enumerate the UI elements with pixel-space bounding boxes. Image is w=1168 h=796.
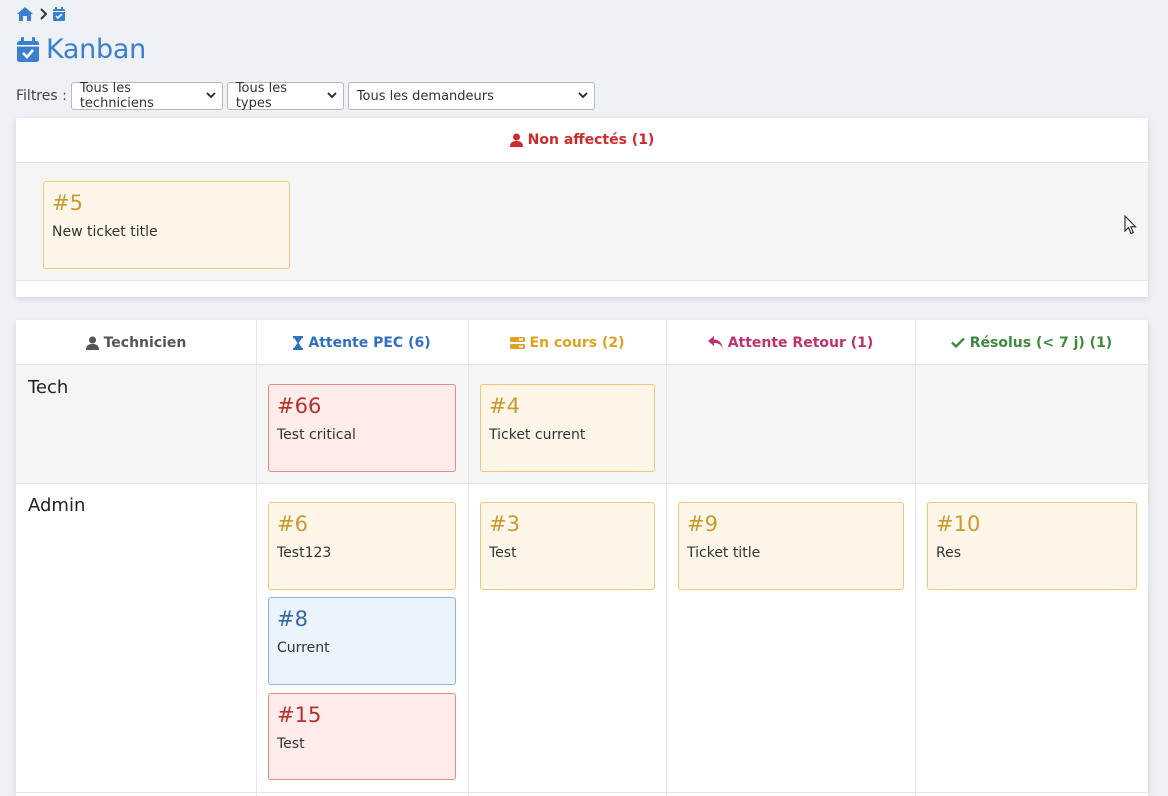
chevron-right-icon bbox=[38, 8, 48, 20]
column-header-resolved: Résolus (< 7 j) (1) bbox=[915, 320, 1148, 365]
ticket-title: Test bbox=[277, 736, 305, 752]
ticket-number: #8 bbox=[277, 607, 308, 631]
ticket-number: #6 bbox=[277, 512, 308, 536]
row-divider bbox=[16, 792, 1148, 793]
board-header: Technicien Attente PEC (6) En cours (2) … bbox=[16, 320, 1148, 365]
page-title-text: Kanban bbox=[46, 34, 146, 65]
ticket-title: Test123 bbox=[277, 545, 332, 561]
column-divider bbox=[468, 320, 469, 796]
ticket-card[interactable]: #6 Test123 bbox=[268, 502, 456, 590]
column-divider bbox=[666, 320, 667, 796]
calendar-check-icon bbox=[16, 36, 40, 63]
ticket-card[interactable]: #15 Test bbox=[268, 693, 456, 780]
check-icon bbox=[950, 337, 965, 348]
ticket-title: New ticket title bbox=[52, 224, 158, 240]
row-label-tech: Tech bbox=[28, 377, 69, 398]
chevron-down-icon bbox=[327, 91, 337, 102]
ticket-number: #66 bbox=[277, 394, 322, 418]
reply-icon bbox=[707, 336, 723, 349]
calendar-check-icon[interactable] bbox=[52, 6, 66, 22]
column-label: En cours (2) bbox=[529, 334, 625, 351]
unassigned-label: Non affectés (1) bbox=[527, 132, 655, 148]
column-header-waiting: Attente PEC (6) bbox=[256, 320, 468, 365]
column-header-in-progress: En cours (2) bbox=[468, 320, 666, 365]
hourglass-icon bbox=[293, 335, 304, 350]
ticket-number: #10 bbox=[936, 512, 981, 536]
column-label: Attente PEC (6) bbox=[308, 334, 431, 351]
home-icon[interactable] bbox=[16, 6, 34, 22]
ticket-card[interactable]: #10 Res bbox=[927, 502, 1137, 590]
ticket-title: Ticket current bbox=[489, 427, 586, 443]
ticket-number: #9 bbox=[687, 512, 718, 536]
column-header-awaiting-reply: Attente Retour (1) bbox=[666, 320, 915, 365]
ticket-number: #3 bbox=[489, 512, 520, 536]
ticket-card[interactable]: #9 Ticket title bbox=[678, 502, 904, 590]
breadcrumb bbox=[16, 5, 66, 23]
column-header-technician: Technicien bbox=[16, 320, 256, 365]
unassigned-header: Non affectés (1) bbox=[16, 118, 1148, 163]
page-title: Kanban bbox=[16, 34, 146, 65]
requester-filter-select[interactable]: Tous les demandeurs bbox=[347, 82, 595, 110]
column-label: Résolus (< 7 j) (1) bbox=[969, 334, 1113, 351]
type-filter-select[interactable]: Tous les types bbox=[226, 81, 344, 111]
ticket-title: Res bbox=[936, 545, 962, 561]
filters-bar: Filtres : Tous les techniciens Tous les … bbox=[16, 81, 595, 111]
user-icon bbox=[85, 336, 99, 350]
kanban-board: Technicien Attente PEC (6) En cours (2) … bbox=[16, 320, 1148, 796]
ticket-number: #5 bbox=[52, 191, 83, 215]
ticket-card[interactable]: #5 New ticket title bbox=[43, 181, 290, 269]
chevron-down-icon bbox=[578, 91, 588, 102]
ticket-title: Test bbox=[489, 545, 517, 561]
ticket-number: #15 bbox=[277, 703, 322, 727]
ticket-card[interactable]: #8 Current bbox=[268, 597, 456, 685]
technician-filter-select[interactable]: Tous les techniciens bbox=[70, 81, 223, 111]
row-label-admin: Admin bbox=[28, 495, 86, 516]
chevron-down-icon bbox=[206, 91, 216, 102]
column-divider bbox=[256, 320, 257, 796]
type-filter-value: Tous les types bbox=[235, 81, 288, 111]
column-label: Attente Retour (1) bbox=[727, 334, 874, 351]
ticket-card[interactable]: #3 Test bbox=[480, 502, 655, 590]
ticket-card[interactable]: #4 Ticket current bbox=[480, 384, 655, 472]
user-icon bbox=[509, 133, 523, 147]
column-label: Technicien bbox=[103, 334, 187, 351]
ticket-card[interactable]: #66 Test critical bbox=[268, 384, 456, 472]
requester-filter-value: Tous les demandeurs bbox=[356, 88, 494, 104]
unassigned-drop-zone[interactable]: #5 New ticket title bbox=[16, 163, 1148, 281]
ticket-title: Ticket title bbox=[687, 545, 761, 561]
ticket-number: #4 bbox=[489, 394, 520, 418]
mouse-cursor-icon bbox=[1124, 214, 1138, 239]
column-divider bbox=[915, 320, 916, 796]
filters-label: Filtres : bbox=[16, 88, 67, 104]
technician-filter-value: Tous les techniciens bbox=[79, 81, 154, 111]
ticket-title: Test critical bbox=[277, 427, 356, 443]
ticket-title: Current bbox=[277, 640, 330, 656]
tasks-icon bbox=[509, 336, 525, 349]
unassigned-panel: Non affectés (1) #5 New ticket title bbox=[16, 118, 1148, 297]
